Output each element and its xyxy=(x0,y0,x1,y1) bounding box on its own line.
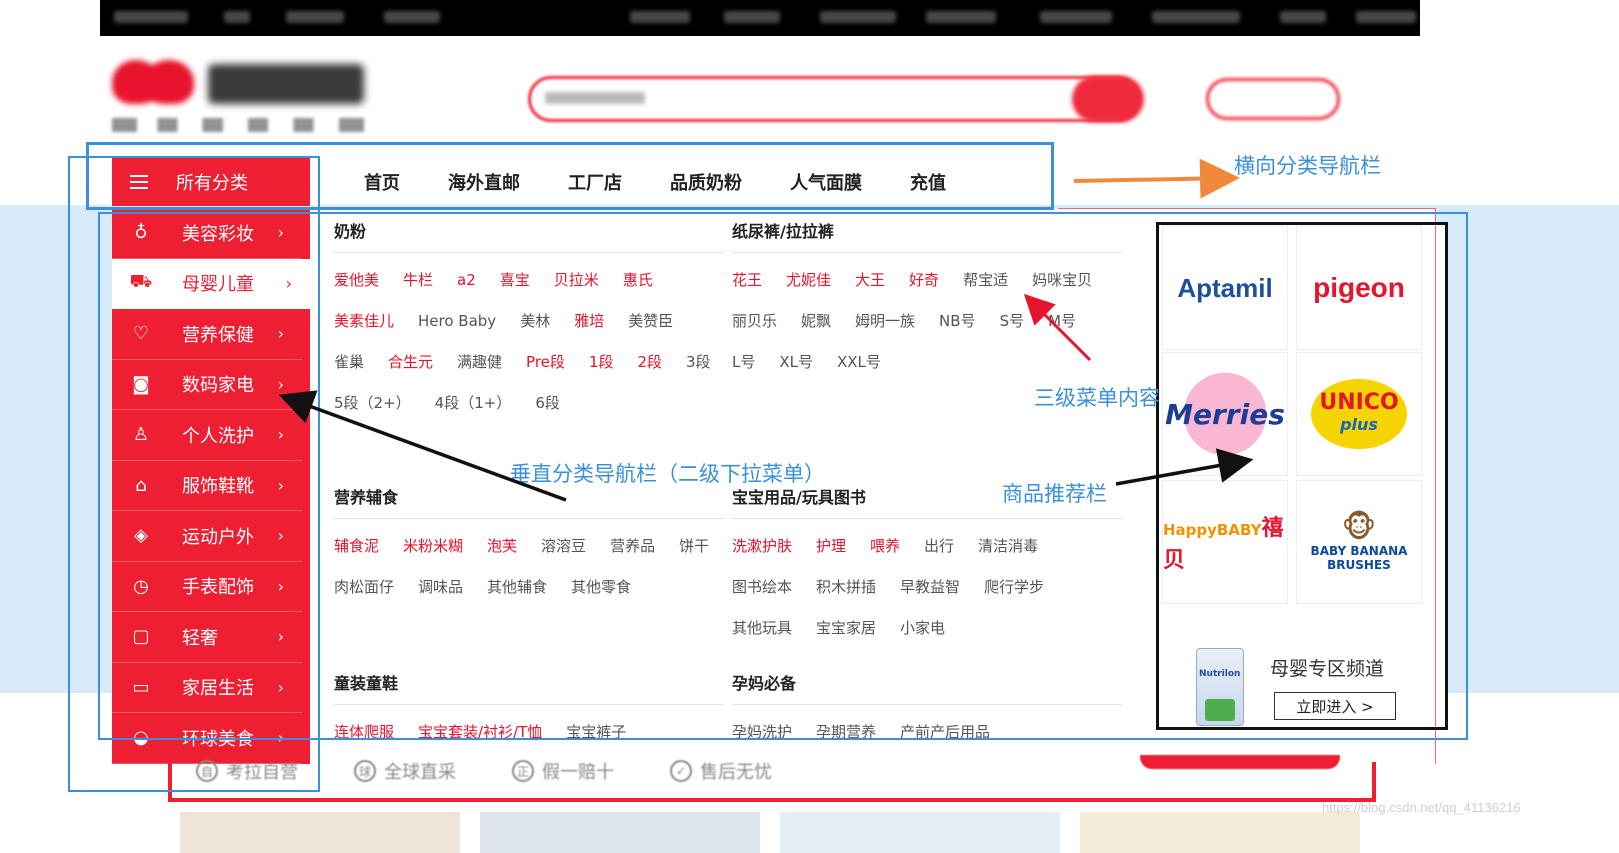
arrow-third-level xyxy=(1023,293,1092,362)
arrow-recommend xyxy=(1115,448,1254,486)
arrow-vertical-nav xyxy=(278,390,567,502)
arrow-horizontal-nav xyxy=(1073,158,1240,199)
annotation-arrows xyxy=(278,158,1254,502)
